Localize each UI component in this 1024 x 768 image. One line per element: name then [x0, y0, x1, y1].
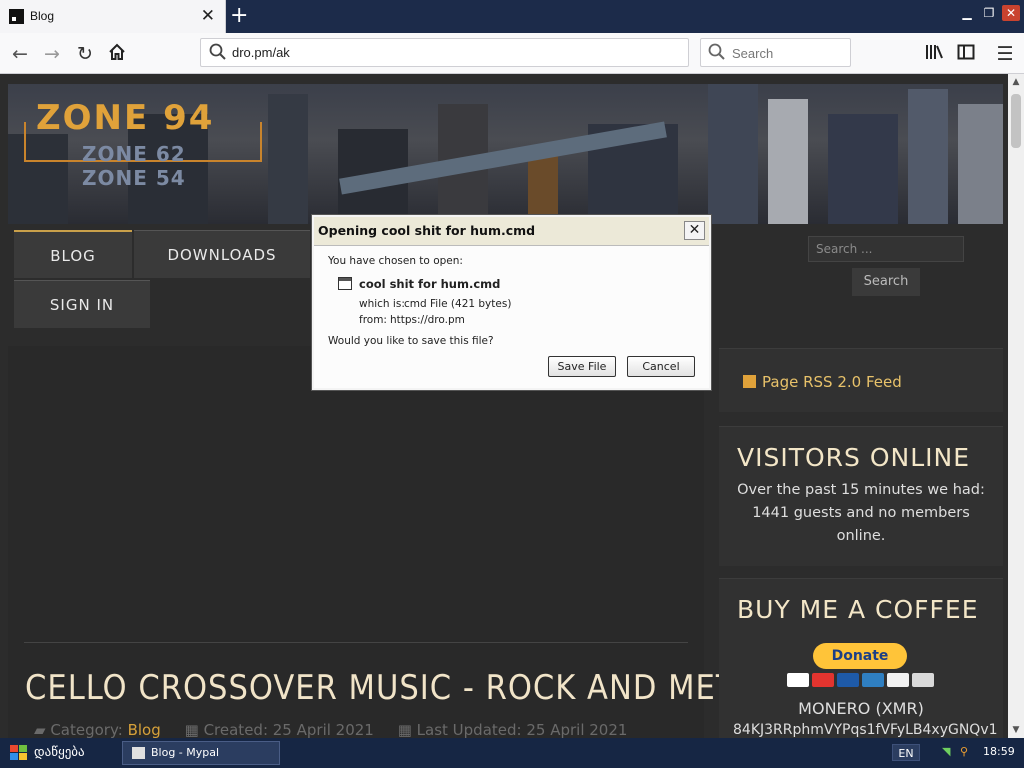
scrollbar-thumb[interactable] — [1011, 94, 1021, 148]
dialog-close-icon[interactable]: ✕ — [684, 221, 705, 240]
start-button[interactable]: დაწყება — [6, 742, 85, 764]
search-tray-icon[interactable]: ⚲ — [960, 745, 968, 758]
file-source: https://dro.pm — [390, 314, 465, 326]
network-tray-icon[interactable]: ◥ — [942, 745, 950, 758]
menu-item-downloads[interactable]: DOWNLOADS — [134, 230, 310, 278]
menu-item-blog[interactable]: BLOG — [14, 230, 132, 278]
forward-arrow-icon[interactable]: → — [41, 43, 63, 65]
cancel-button[interactable]: Cancel — [627, 356, 695, 377]
monero-label: MONERO (XMR) — [798, 699, 924, 718]
os-taskbar: დაწყება Blog - Mypal EN ◥ ⚲ 18:59 — [0, 738, 1024, 768]
reload-icon[interactable]: ↻ — [74, 43, 96, 65]
donate-button[interactable]: Donate — [813, 643, 907, 669]
dialog-titlebar[interactable]: Opening cool shit for hum.cmd ✕ — [314, 217, 709, 245]
rss-icon — [743, 375, 756, 388]
clock[interactable]: 18:59 — [983, 745, 1015, 758]
navigation-toolbar: ← → ↻ dro.pm/ak Search ☰ — [0, 33, 1024, 74]
calendar-icon: ▦ — [397, 721, 412, 738]
post-meta: ▰ Category: Blog ▦ Created: 25 April 202… — [34, 721, 627, 738]
web-page: ZONE 94 ZONE 62 ZONE 54 BLOG DOWNLOADS S… — [0, 74, 1008, 738]
calendar-icon: ▦ — [184, 721, 199, 738]
visa-card-icon — [787, 673, 809, 687]
amex-icon — [862, 673, 884, 687]
coffee-box: BUY ME A COFFEE Donate MONERO (XMR) 84KJ… — [719, 578, 1003, 738]
coffee-heading: BUY ME A COFFEE — [737, 595, 979, 624]
sidebar-search-input[interactable]: Search ... — [808, 236, 964, 262]
restore-icon[interactable]: ❐ — [980, 5, 998, 21]
visitors-heading: VISITORS ONLINE — [737, 443, 971, 472]
updated-date: Last Updated: 25 April 2021 — [416, 721, 628, 738]
logo-sub-line-1: ZONE 62 — [82, 142, 186, 166]
search-placeholder: Search — [732, 46, 774, 61]
category-link[interactable]: Blog — [128, 721, 161, 738]
folder-icon: ▰ — [34, 721, 46, 738]
new-tab-button[interactable]: + — [230, 3, 248, 28]
minimize-icon[interactable]: ▁ — [958, 5, 976, 21]
file-icon — [338, 277, 352, 290]
scroll-up-icon[interactable]: ▲ — [1008, 74, 1024, 90]
mastercard-icon — [812, 673, 834, 687]
download-dialog: Opening cool shit for hum.cmd ✕ You have… — [312, 215, 711, 390]
post-title[interactable]: CELLO CROSSOVER MUSIC - ROCK AND METAL — [25, 668, 773, 708]
logo-sub-line-2: ZONE 54 — [82, 166, 186, 190]
dialog-title: Opening cool shit for hum.cmd — [318, 223, 536, 238]
site-favicon-icon — [9, 9, 24, 24]
search-icon — [708, 43, 725, 60]
window-controls: ▁ ❐ ✕ — [958, 5, 1020, 21]
sidebar-toggle-icon[interactable] — [955, 43, 977, 65]
windows-logo-icon — [10, 745, 28, 761]
rss-box: Page RSS 2.0 Feed — [719, 348, 1003, 412]
tab-title: Blog — [30, 9, 55, 23]
tab-close-icon[interactable]: ✕ — [201, 6, 215, 26]
created-date: Created: 25 April 2021 — [203, 721, 374, 738]
content-divider — [24, 642, 688, 643]
address-bar[interactable]: dro.pm/ak — [200, 38, 689, 67]
tab-strip: Blog ✕ + ▁ ❐ ✕ — [0, 0, 1024, 33]
back-arrow-icon[interactable]: ← — [9, 43, 31, 65]
menu-hamburger-icon[interactable]: ☰ — [994, 43, 1016, 65]
payment-cards — [787, 673, 934, 687]
sidebar-search-button[interactable]: Search — [852, 268, 920, 296]
browser-app-icon — [132, 747, 145, 759]
browser-search-field[interactable]: Search — [700, 38, 851, 67]
page-scrollbar[interactable]: ▲ ▼ — [1008, 74, 1024, 738]
unionpay-icon — [912, 673, 934, 687]
visitors-text: Over the past 15 minutes we had: 1441 gu… — [737, 482, 985, 544]
category-label: Category: — [50, 721, 123, 738]
library-icon[interactable] — [923, 43, 945, 65]
taskbar-window-button[interactable]: Blog - Mypal — [122, 741, 280, 765]
scroll-down-icon[interactable]: ▼ — [1008, 722, 1024, 738]
from-label: from: — [359, 314, 387, 326]
maestro-icon — [837, 673, 859, 687]
file-type: cmd File (421 bytes) — [404, 298, 512, 310]
site-logo: ZONE 94 — [36, 98, 215, 138]
rss-link[interactable]: Page RSS 2.0 Feed — [743, 373, 902, 391]
url-text: dro.pm/ak — [232, 45, 290, 60]
search-icon — [209, 43, 226, 60]
language-indicator[interactable]: EN — [892, 744, 920, 761]
menu-item-sign-in[interactable]: SIGN IN — [14, 280, 150, 328]
home-icon[interactable] — [106, 43, 128, 65]
start-label: დაწყება — [34, 745, 85, 760]
visitors-box: VISITORS ONLINE Over the past 15 minutes… — [719, 426, 1003, 566]
site-banner[interactable]: ZONE 94 ZONE 62 ZONE 54 — [8, 84, 1003, 224]
save-file-button[interactable]: Save File — [548, 356, 616, 377]
dialog-question: Would you like to save this file? — [328, 335, 494, 347]
dialog-body: You have chosen to open: cool shit for h… — [314, 245, 709, 388]
logo-subtitle: ZONE 62 ZONE 54 — [82, 142, 186, 190]
monero-address[interactable]: 84KJ3RRphmVYPqs1fVFyLB4xyGNQv1 — [733, 719, 998, 738]
dialog-intro: You have chosen to open: — [328, 255, 463, 267]
file-name: cool shit for hum.cmd — [359, 277, 501, 291]
window-close-icon[interactable]: ✕ — [1002, 5, 1020, 21]
browser-tab-blog[interactable]: Blog ✕ — [0, 0, 226, 33]
which-is-label: which is: — [359, 298, 405, 310]
rss-label: Page RSS 2.0 Feed — [762, 373, 902, 391]
taskbar-window-label: Blog - Mypal — [151, 746, 220, 759]
discover-icon — [887, 673, 909, 687]
